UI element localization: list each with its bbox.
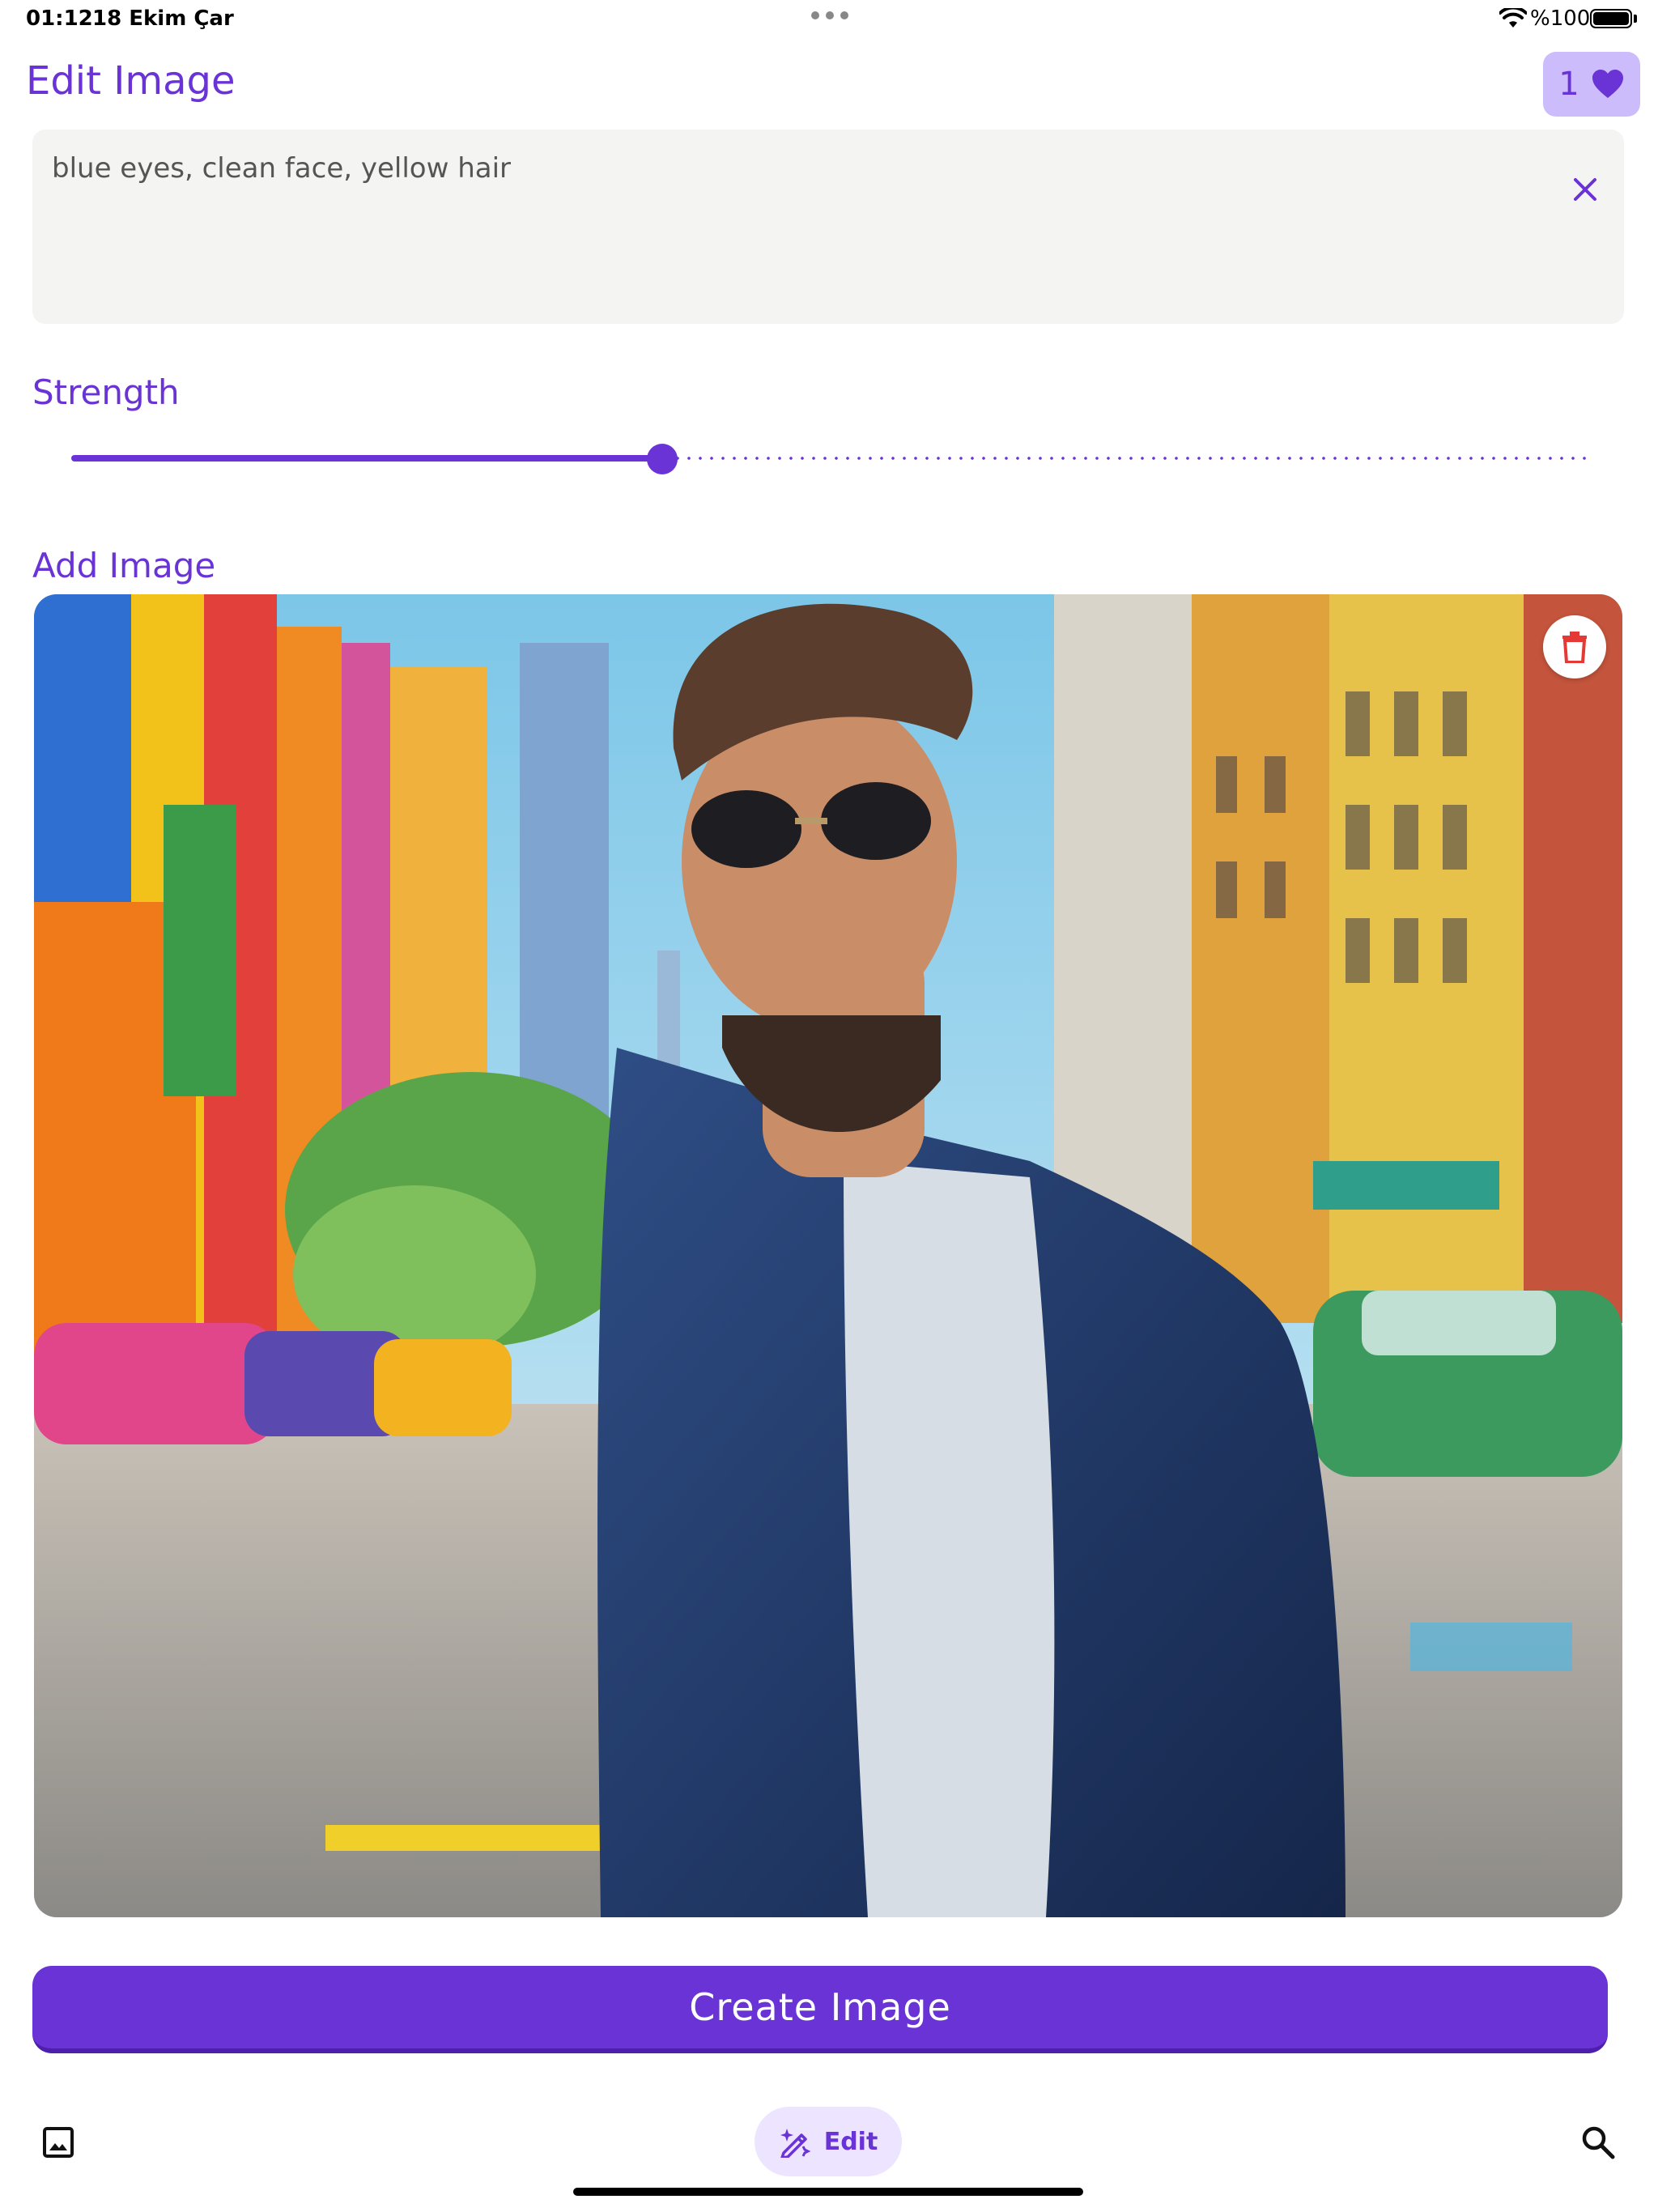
favorites-button[interactable]: 1 [1543, 52, 1640, 117]
add-image-label: Add Image [32, 546, 216, 585]
status-date: 18 Ekim Çar [92, 6, 234, 31]
photo-man-in-city-street [34, 594, 1622, 1917]
battery-percent: %100 [1530, 6, 1591, 31]
slider-track-active [71, 455, 662, 462]
close-icon [1574, 178, 1596, 201]
clear-prompt-button[interactable] [1564, 168, 1606, 211]
multitasking-dots-icon[interactable] [811, 11, 848, 19]
status-time: 01:12 [26, 6, 93, 31]
battery-icon [1590, 9, 1632, 28]
prompt-text: blue eyes, clean face, yellow hair [52, 152, 512, 185]
image-icon[interactable] [42, 2126, 74, 2159]
trash-icon [1562, 632, 1587, 663]
status-bar: 01:12 18 Ekim Çar %100 [0, 0, 1658, 40]
page-title: Edit Image [26, 58, 236, 104]
magic-pen-icon [780, 2129, 811, 2158]
home-indicator[interactable] [573, 2188, 1083, 2196]
selected-image[interactable] [34, 594, 1622, 1917]
delete-image-button[interactable] [1543, 615, 1606, 678]
wifi-icon [1499, 8, 1527, 28]
strength-slider[interactable] [71, 444, 1587, 474]
bottom-navigation: Edit [0, 2102, 1658, 2183]
prompt-input[interactable]: blue eyes, clean face, yellow hair [32, 130, 1624, 324]
strength-label: Strength [32, 372, 180, 412]
heart-icon [1592, 70, 1623, 98]
battery-tip [1634, 15, 1637, 23]
create-image-button[interactable]: Create Image [32, 1966, 1608, 2053]
slider-thumb[interactable] [647, 444, 678, 474]
favorites-count: 1 [1558, 66, 1579, 103]
nav-edit-tab[interactable]: Edit [755, 2107, 902, 2176]
search-icon[interactable] [1580, 2125, 1616, 2160]
nav-edit-label: Edit [823, 2127, 878, 2156]
create-image-label: Create Image [689, 1985, 951, 2029]
